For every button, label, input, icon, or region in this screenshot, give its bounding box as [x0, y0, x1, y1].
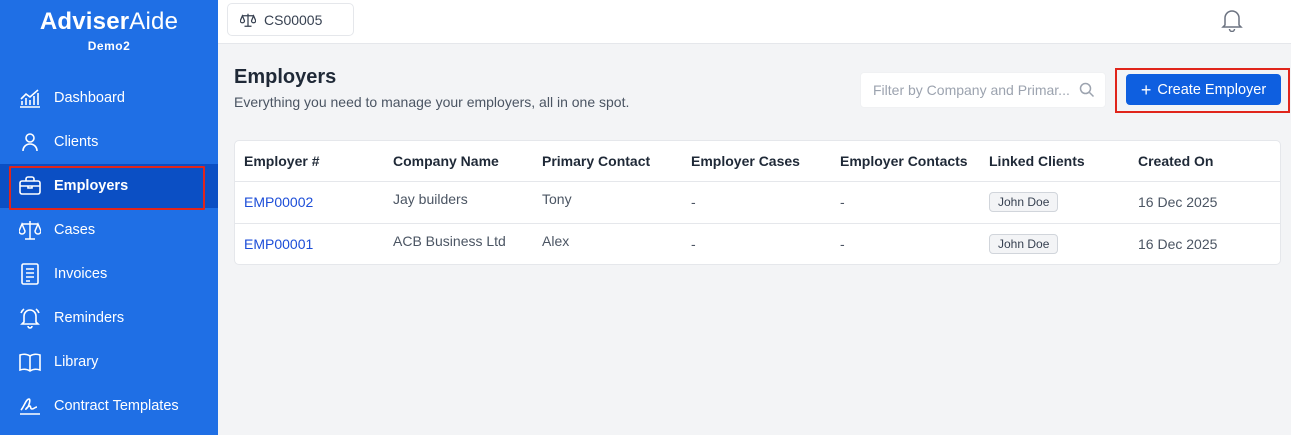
sidebar-item-label: Contract Templates [54, 398, 179, 414]
sidebar-item-label: Library [54, 354, 99, 370]
sidebar-nav: Dashboard Clients Employers Cases Invoic… [0, 76, 218, 428]
scales-icon [18, 218, 42, 242]
column-header-company-name[interactable]: Company Name [384, 141, 533, 182]
company-name-cell: ACB Business Ltd [384, 223, 533, 264]
created-on-cell: 16 Dec 2025 [1129, 181, 1280, 224]
sidebar-item-label: Clients [54, 134, 99, 150]
column-header-employer-number[interactable]: Employer # [235, 141, 384, 182]
primary-contact-cell: Tony [533, 181, 682, 224]
primary-contact: Alex [542, 233, 570, 250]
sidebar-item-label: Cases [54, 222, 96, 238]
chart-icon [18, 86, 42, 110]
column-header-employer-contacts[interactable]: Employer Contacts [831, 141, 980, 182]
sidebar-item-employers[interactable]: Employers [0, 164, 218, 210]
create-employer-button[interactable]: + Create Employer [1126, 74, 1281, 105]
linked-clients-cell: John Doe [980, 223, 1129, 264]
table-row[interactable]: EMP00002 Jay builders Tony - - John Doe … [235, 181, 1280, 224]
company-name: Jay builders [393, 191, 468, 207]
user-icon [18, 130, 42, 154]
notifications-bell-icon[interactable] [1221, 8, 1243, 33]
table-row[interactable]: EMP00001 ACB Business Ltd Alex - - John … [235, 223, 1280, 264]
page-subtitle: Everything you need to manage your emplo… [234, 94, 630, 110]
scales-icon [240, 12, 256, 28]
brand-name-light: Aide [129, 8, 179, 35]
employers-table-card: Employer # Company Name Primary Contact … [234, 140, 1281, 265]
table-header-row: Employer # Company Name Primary Contact … [235, 141, 1280, 182]
employers-table: Employer # Company Name Primary Contact … [235, 141, 1280, 264]
employer-contacts-cell: - [831, 181, 980, 224]
column-header-primary-contact[interactable]: Primary Contact [533, 141, 682, 182]
sidebar-item-invoices[interactable]: Invoices [0, 252, 218, 296]
primary-contact: Tony [542, 191, 572, 207]
case-selector-label: CS00005 [264, 11, 323, 28]
sidebar-item-label: Dashboard [54, 90, 125, 106]
employer-cases-cell: - [682, 181, 831, 224]
company-name: ACB Business Ltd [393, 233, 506, 250]
brand-subtitle: Demo2 [87, 39, 131, 53]
sidebar-item-reminders[interactable]: Reminders [0, 296, 218, 340]
employer-id-link[interactable]: EMP00002 [235, 181, 384, 224]
sidebar-item-label: Invoices [54, 266, 108, 282]
employer-contacts-cell: - [840, 236, 845, 253]
sidebar: AdviserAide Demo2 Dashboard Clients Empl… [0, 0, 218, 435]
employer-cases-cell: - [691, 236, 696, 253]
sidebar-item-clients[interactable]: Clients [0, 120, 218, 164]
case-selector[interactable]: CS00005 [227, 3, 354, 36]
filter-box [860, 72, 1106, 108]
sidebar-item-cases[interactable]: Cases [0, 208, 218, 252]
sidebar-item-library[interactable]: Library [0, 340, 218, 384]
invoice-icon [18, 262, 42, 286]
linked-client-badge[interactable]: John Doe [989, 192, 1059, 212]
bell-icon [18, 306, 42, 330]
sidebar-item-dashboard[interactable]: Dashboard [0, 76, 218, 120]
main-content: Employers Everything you need to manage … [218, 44, 1291, 435]
signature-icon [18, 394, 42, 418]
page-title: Employers [234, 66, 337, 88]
filter-input[interactable] [873, 82, 1075, 98]
linked-client-badge[interactable]: John Doe [989, 234, 1059, 255]
topbar: CS00005 [218, 0, 1291, 44]
create-employer-highlight: + Create Employer [1115, 68, 1290, 113]
brand: AdviserAide Demo2 [0, 0, 218, 72]
briefcase-icon [18, 174, 42, 198]
employer-id-link[interactable]: EMP00001 [235, 223, 384, 264]
created-on-cell: 16 Dec 2025 [1138, 236, 1218, 253]
sidebar-item-contract-templates[interactable]: Contract Templates [0, 384, 218, 428]
search-icon[interactable] [1079, 82, 1095, 98]
column-header-created-on[interactable]: Created On [1129, 141, 1280, 182]
sidebar-item-label: Reminders [54, 310, 125, 326]
column-header-linked-clients[interactable]: Linked Clients [980, 141, 1129, 182]
column-header-employer-cases[interactable]: Employer Cases [682, 141, 831, 182]
linked-clients-cell: John Doe [980, 181, 1129, 224]
plus-icon: + [1140, 79, 1152, 100]
brand-name-bold: Adviser [39, 8, 130, 35]
create-employer-label: Create Employer [1157, 81, 1267, 98]
brand-logo[interactable]: AdviserAide [0, 8, 218, 36]
company-name-cell: Jay builders [384, 181, 533, 224]
sidebar-item-label: Employers [54, 178, 129, 194]
primary-contact-cell: Alex [533, 223, 682, 264]
book-icon [18, 350, 42, 374]
